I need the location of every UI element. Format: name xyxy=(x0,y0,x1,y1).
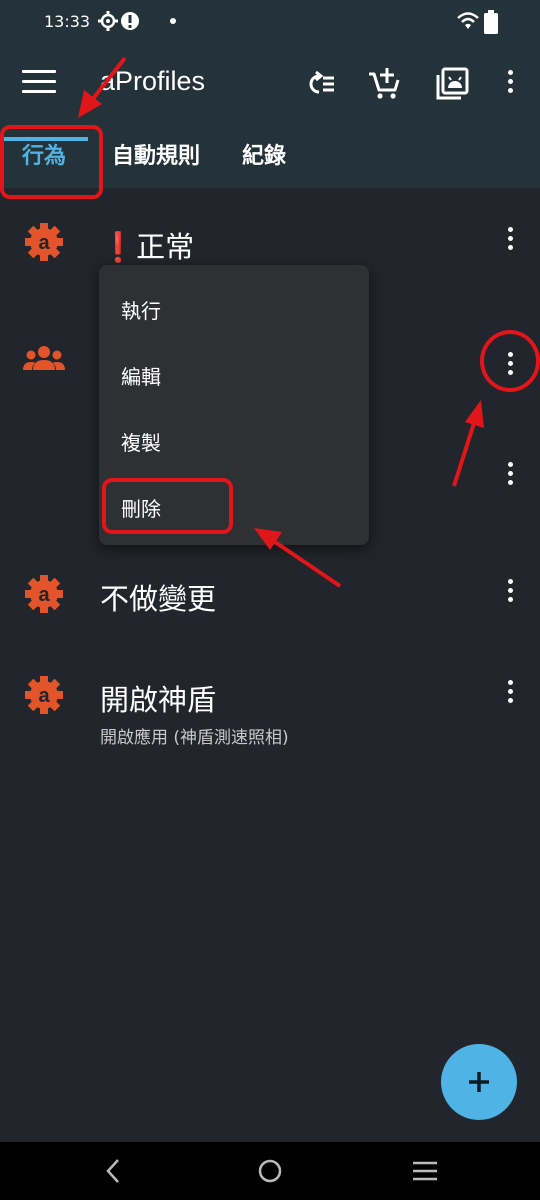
battery-icon xyxy=(484,10,498,34)
overflow-menu-icon[interactable] xyxy=(496,66,524,106)
aprofiles-gear-icon: a xyxy=(25,223,63,261)
profile-title: 開啟神盾 xyxy=(100,683,217,717)
svg-text:a: a xyxy=(38,584,50,606)
aprofiles-gear-icon: a xyxy=(25,676,63,714)
menu-item-duplicate[interactable]: 複製 xyxy=(121,427,161,456)
alert-status-icon xyxy=(121,12,139,30)
annotation-highlight-delete xyxy=(102,478,233,534)
profile-subtitle: 開啟應用 (神盾測速照相) xyxy=(100,728,289,748)
moon-icon xyxy=(42,459,61,497)
status-time: 13:33 xyxy=(44,12,91,31)
annotation-highlight-overflow xyxy=(480,330,540,392)
system-nav-bar xyxy=(0,1142,540,1200)
android-library-icon[interactable] xyxy=(434,66,470,102)
back-icon[interactable] xyxy=(100,1158,126,1184)
settings-status-icon xyxy=(98,11,118,31)
item-overflow-icon[interactable] xyxy=(496,458,524,498)
plus-icon xyxy=(469,1072,489,1092)
list-item[interactable]: a 不做變更 xyxy=(0,538,540,643)
item-overflow-icon[interactable] xyxy=(496,676,524,716)
add-profile-button[interactable] xyxy=(441,1044,517,1120)
menu-item-edit[interactable]: 編輯 xyxy=(121,361,161,390)
svg-text:a: a xyxy=(38,232,50,254)
item-overflow-icon[interactable] xyxy=(496,223,524,263)
app-title: aProfiles xyxy=(100,66,206,96)
menu-icon[interactable] xyxy=(22,70,56,96)
toggle-profiles-icon[interactable] xyxy=(302,66,338,102)
svg-text:a: a xyxy=(38,685,50,707)
home-icon[interactable] xyxy=(257,1158,283,1184)
status-bar: 13:33 xyxy=(0,0,540,44)
tab-auto-rules[interactable]: 自動規則 xyxy=(112,138,200,170)
recents-icon[interactable] xyxy=(412,1159,438,1183)
profile-title: ❗正常 xyxy=(100,230,195,264)
notification-dot-icon xyxy=(170,18,176,24)
annotation-highlight-tab xyxy=(0,125,103,199)
tab-log[interactable]: 紀錄 xyxy=(242,138,286,170)
list-item[interactable]: a 開啟神盾 開啟應用 (神盾測速照相) xyxy=(0,643,540,763)
people-icon xyxy=(23,346,65,370)
menu-item-run[interactable]: 執行 xyxy=(121,295,161,324)
aprofiles-gear-icon: a xyxy=(25,575,63,613)
add-to-cart-icon[interactable] xyxy=(367,66,403,102)
wifi-icon xyxy=(457,12,479,29)
item-overflow-icon[interactable] xyxy=(496,575,524,615)
profile-title: 不做變更 xyxy=(100,582,217,616)
